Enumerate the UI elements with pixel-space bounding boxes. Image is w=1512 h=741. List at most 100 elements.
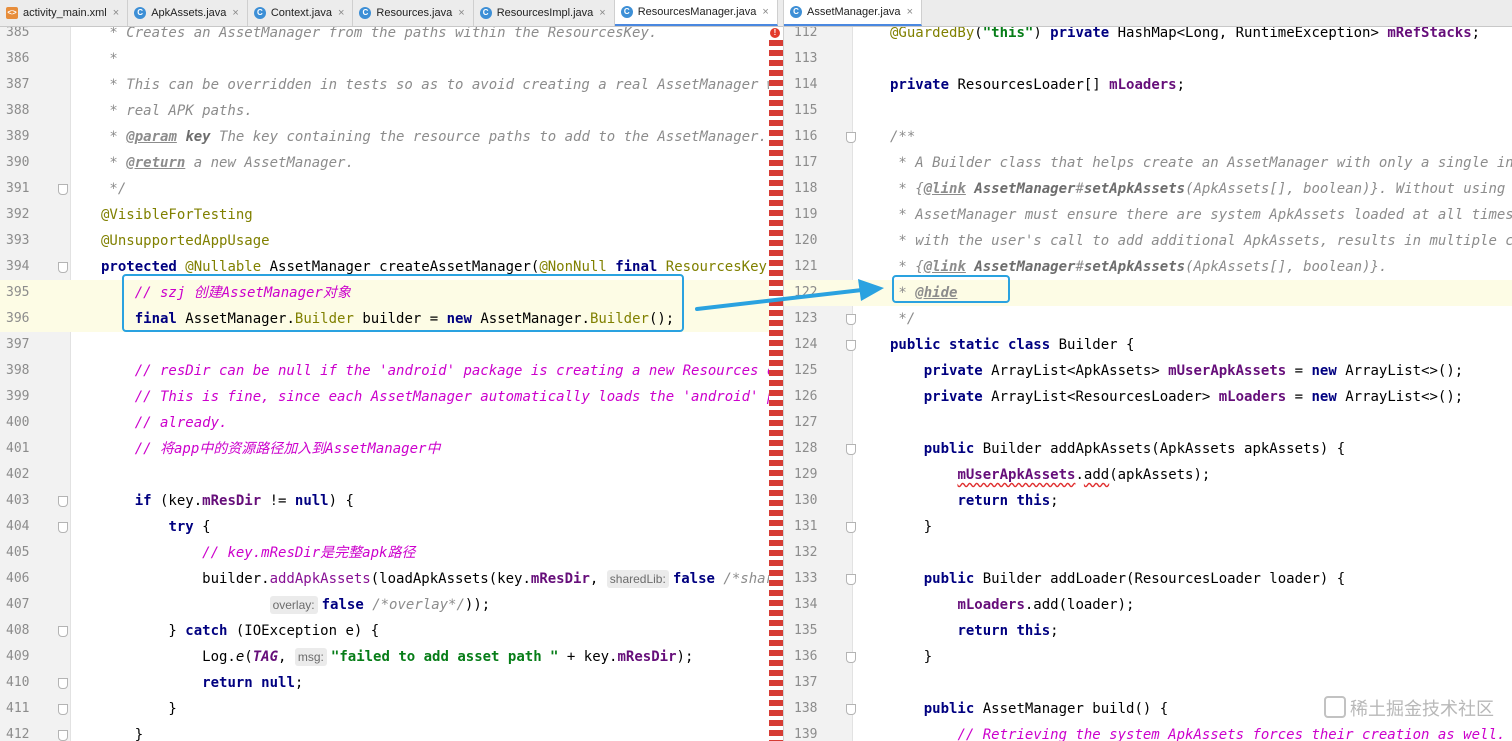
line-number[interactable]: 132 — [794, 540, 817, 566]
line-number[interactable]: 388 — [6, 98, 29, 124]
close-icon[interactable]: × — [113, 7, 119, 19]
line-number[interactable]: 390 — [6, 150, 29, 176]
code-line[interactable]: 132 — [784, 540, 1512, 566]
line-number[interactable]: 131 — [794, 514, 817, 540]
line-number[interactable]: 407 — [6, 592, 29, 618]
code-line[interactable]: 403 if (key.mResDir != null) { — [0, 488, 783, 514]
code-line[interactable]: 392 @VisibleForTesting — [0, 202, 783, 228]
line-number[interactable]: 124 — [794, 332, 817, 358]
code-line[interactable]: 120 * with the user's call to add additi… — [784, 228, 1512, 254]
line-number[interactable]: 403 — [6, 488, 29, 514]
tab-activity-main-xml[interactable]: <> activity_main.xml × — [0, 0, 129, 26]
code-line[interactable]: 400 // already. — [0, 410, 783, 436]
code-line[interactable]: 407 overlay: false /*overlay*/)); — [0, 592, 783, 618]
code-line[interactable]: 401 // 将app中的资源路径加入到AssetManager中 — [0, 436, 783, 462]
line-number[interactable]: 123 — [794, 306, 817, 332]
code-line[interactable]: 410 return null; — [0, 670, 783, 696]
line-number[interactable]: 394 — [6, 254, 29, 280]
line-number[interactable]: 389 — [6, 124, 29, 150]
line-number[interactable]: 113 — [794, 46, 817, 72]
line-number[interactable]: 392 — [6, 202, 29, 228]
code-line[interactable]: 137 — [784, 670, 1512, 696]
line-number[interactable]: 412 — [6, 722, 29, 741]
code-line[interactable]: 391 */ — [0, 176, 783, 202]
line-number[interactable]: 391 — [6, 176, 29, 202]
code-line[interactable]: 399 // This is fine, since each AssetMan… — [0, 384, 783, 410]
line-number[interactable]: 396 — [6, 306, 29, 332]
code-line[interactable]: 123 */ — [784, 306, 1512, 332]
fold-marker-icon[interactable] — [58, 730, 68, 741]
code-line[interactable]: 131 } — [784, 514, 1512, 540]
code-line[interactable]: 125 private ArrayList<ApkAssets> mUserAp… — [784, 358, 1512, 384]
line-number[interactable]: 119 — [794, 202, 817, 228]
line-number[interactable]: 406 — [6, 566, 29, 592]
code-line[interactable]: 126 private ArrayList<ResourcesLoader> m… — [784, 384, 1512, 410]
line-number[interactable]: 138 — [794, 696, 817, 722]
fold-marker-icon[interactable] — [58, 496, 68, 507]
close-icon[interactable]: × — [338, 7, 344, 19]
line-number[interactable]: 135 — [794, 618, 817, 644]
line-number[interactable]: 402 — [6, 462, 29, 488]
line-number[interactable]: 136 — [794, 644, 817, 670]
code-line[interactable]: 386 * — [0, 46, 783, 72]
line-number[interactable]: 411 — [6, 696, 29, 722]
fold-marker-icon[interactable] — [58, 262, 68, 273]
line-number[interactable]: 115 — [794, 98, 817, 124]
line-number[interactable]: 120 — [794, 228, 817, 254]
fold-marker-icon[interactable] — [58, 678, 68, 689]
fold-marker-icon[interactable] — [58, 522, 68, 533]
left-code-area[interactable]: 385 * Creates an AssetManager from the p… — [0, 20, 783, 741]
code-line[interactable]: 135 return this; — [784, 618, 1512, 644]
code-line[interactable]: 404 try { — [0, 514, 783, 540]
code-line[interactable]: 129 mUserApkAssets.add(apkAssets); — [784, 462, 1512, 488]
fold-marker-icon[interactable] — [58, 184, 68, 195]
code-line[interactable]: 133 public Builder addLoader(ResourcesLo… — [784, 566, 1512, 592]
line-number[interactable]: 117 — [794, 150, 817, 176]
code-line[interactable]: 393 @UnsupportedAppUsage — [0, 228, 783, 254]
code-line[interactable]: 389 * @param key The key containing the … — [0, 124, 783, 150]
line-number[interactable]: 133 — [794, 566, 817, 592]
code-line[interactable]: 116 /** — [784, 124, 1512, 150]
line-number[interactable]: 410 — [6, 670, 29, 696]
line-number[interactable]: 121 — [794, 254, 817, 280]
line-number[interactable]: 401 — [6, 436, 29, 462]
code-line[interactable]: 402 — [0, 462, 783, 488]
line-number[interactable]: 126 — [794, 384, 817, 410]
fold-marker-icon[interactable] — [58, 626, 68, 637]
fold-marker-icon[interactable] — [846, 652, 856, 663]
line-number[interactable]: 393 — [6, 228, 29, 254]
line-number[interactable]: 139 — [794, 722, 817, 741]
code-line[interactable]: 397 — [0, 332, 783, 358]
code-line[interactable]: 114 private ResourcesLoader[] mLoaders; — [784, 72, 1512, 98]
fold-marker-icon[interactable] — [846, 704, 856, 715]
code-line[interactable]: 139 // Retrieving the system ApkAssets f… — [784, 722, 1512, 741]
code-line[interactable]: 118 * {@link AssetManager#setApkAssets(A… — [784, 176, 1512, 202]
line-number[interactable]: 128 — [794, 436, 817, 462]
line-number[interactable]: 405 — [6, 540, 29, 566]
line-number[interactable]: 400 — [6, 410, 29, 436]
code-line[interactable]: 119 * AssetManager must ensure there are… — [784, 202, 1512, 228]
close-icon[interactable]: × — [907, 6, 913, 18]
line-number[interactable]: 395 — [6, 280, 29, 306]
code-line[interactable]: 409 Log.e(TAG, msg: "failed to add asset … — [0, 644, 783, 670]
line-number[interactable]: 130 — [794, 488, 817, 514]
fold-marker-icon[interactable] — [846, 574, 856, 585]
line-number[interactable]: 398 — [6, 358, 29, 384]
tab-assetmanager-java[interactable]: C AssetManager.java × — [784, 0, 922, 26]
line-number[interactable]: 129 — [794, 462, 817, 488]
fold-marker-icon[interactable] — [846, 522, 856, 533]
line-number[interactable]: 387 — [6, 72, 29, 98]
code-line[interactable]: 124 public static class Builder { — [784, 332, 1512, 358]
code-line[interactable]: 115 — [784, 98, 1512, 124]
line-number[interactable]: 409 — [6, 644, 29, 670]
line-number[interactable]: 404 — [6, 514, 29, 540]
line-number[interactable]: 134 — [794, 592, 817, 618]
line-number[interactable]: 137 — [794, 670, 817, 696]
code-line[interactable]: 134 mLoaders.add(loader); — [784, 592, 1512, 618]
line-number[interactable]: 122 — [794, 280, 817, 306]
close-icon[interactable]: × — [599, 7, 605, 19]
right-code-area[interactable]: 112 @GuardedBy("this") private HashMap<Lo… — [784, 20, 1512, 741]
fold-marker-icon[interactable] — [846, 314, 856, 325]
code-line[interactable]: 412 } — [0, 722, 783, 741]
fold-marker-icon[interactable] — [58, 704, 68, 715]
